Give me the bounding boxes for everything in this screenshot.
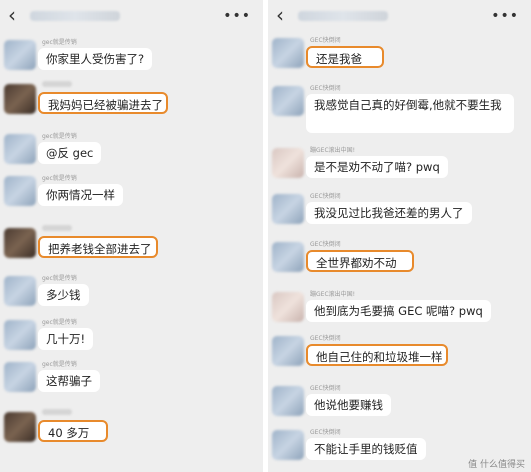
avatar[interactable]: [4, 412, 36, 442]
avatar[interactable]: [272, 292, 304, 322]
sender-name: GEC快倒闭: [310, 385, 341, 392]
left-chat-panel: ‹ ••• gec就是传销 你家里人受伤害了? 我妈妈已经被骗进去了 gec就是传销 @…: [0, 0, 263, 472]
sender-name: GEC快倒闭: [310, 241, 341, 248]
more-icon[interactable]: •••: [491, 8, 519, 24]
chat-title-blurred: [30, 11, 120, 21]
chat-header: ‹ •••: [268, 0, 531, 32]
message-bubble[interactable]: 我没见过比我爸还差的男人了: [306, 202, 472, 224]
avatar[interactable]: [272, 86, 304, 116]
sender-name: GEC快倒闭: [310, 193, 341, 200]
avatar[interactable]: [4, 320, 36, 350]
sender-name: 蹦GEC滚出中国!: [310, 291, 356, 298]
highlighted-message-bubble[interactable]: 全世界都劝不动: [306, 250, 414, 272]
message-bubble[interactable]: 这帮骗子: [38, 370, 100, 392]
avatar[interactable]: [272, 430, 304, 460]
more-icon[interactable]: •••: [223, 8, 251, 24]
message-bubble[interactable]: 他说他要赚钱: [306, 394, 391, 416]
highlighted-message-bubble[interactable]: 他自己住的和垃圾堆一样: [306, 344, 448, 366]
sender-name: GEC快倒闭: [310, 85, 341, 92]
message-bubble[interactable]: 多少钱: [38, 284, 89, 306]
sender-name: gec就是传销: [42, 133, 77, 140]
message-bubble[interactable]: 不能让手里的钱贬值: [306, 438, 426, 460]
message-bubble[interactable]: 他到底为毛要搞 GEC 呢喵? pwq: [306, 300, 491, 322]
chat-header: ‹ •••: [0, 0, 263, 32]
avatar[interactable]: [272, 38, 304, 68]
sender-name: GEC快倒闭: [310, 335, 341, 342]
message-bubble[interactable]: 是不是劝不动了喵? pwq: [306, 156, 448, 178]
right-chat-panel: ‹ ••• GEC快倒闭 还是我爸 GEC快倒闭 我感觉自己真的好倒霉,他就不要生我蹦…: [268, 0, 531, 472]
sender-name: [42, 225, 72, 233]
sender-name: GEC快倒闭: [310, 37, 341, 44]
sender-name: gec就是传销: [42, 319, 77, 326]
chevron-left-icon[interactable]: ‹: [8, 4, 16, 26]
avatar[interactable]: [4, 84, 36, 114]
avatar[interactable]: [4, 134, 36, 164]
avatar[interactable]: [4, 40, 36, 70]
sender-name: GEC快倒闭: [310, 429, 341, 436]
avatar[interactable]: [272, 148, 304, 178]
avatar[interactable]: [272, 336, 304, 366]
message-bubble[interactable]: 我感觉自己真的好倒霉,他就不要生我: [306, 94, 514, 133]
avatar[interactable]: [4, 362, 36, 392]
message-bubble[interactable]: 你家里人受伤害了?: [38, 48, 153, 70]
chevron-left-icon[interactable]: ‹: [276, 4, 284, 26]
sender-name: gec就是传销: [42, 39, 77, 46]
chat-title-blurred: [298, 11, 388, 21]
highlighted-message-bubble[interactable]: 把养老钱全部进去了: [38, 236, 158, 258]
message-bubble[interactable]: @反 gec: [38, 142, 102, 164]
avatar[interactable]: [272, 242, 304, 272]
sender-name: [42, 81, 72, 89]
sender-name: 蹦GEC滚出中国!: [310, 147, 356, 154]
sender-name: gec就是传销: [42, 175, 77, 182]
message-bubble[interactable]: 几十万!: [38, 328, 94, 350]
watermark: 值 什么值得买: [468, 460, 525, 470]
sender-name: gec就是传销: [42, 361, 77, 368]
highlighted-message-bubble[interactable]: 40 多万: [38, 420, 108, 442]
highlighted-message-bubble[interactable]: 还是我爸: [306, 46, 384, 68]
avatar[interactable]: [4, 176, 36, 206]
sender-name: gec就是传销: [42, 275, 77, 282]
message-bubble[interactable]: 你两情况一样: [38, 184, 123, 206]
highlighted-message-bubble[interactable]: 我妈妈已经被骗进去了: [38, 92, 168, 114]
avatar[interactable]: [4, 228, 36, 258]
avatar[interactable]: [272, 386, 304, 416]
sender-name: [42, 409, 72, 417]
avatar[interactable]: [4, 276, 36, 306]
avatar[interactable]: [272, 194, 304, 224]
